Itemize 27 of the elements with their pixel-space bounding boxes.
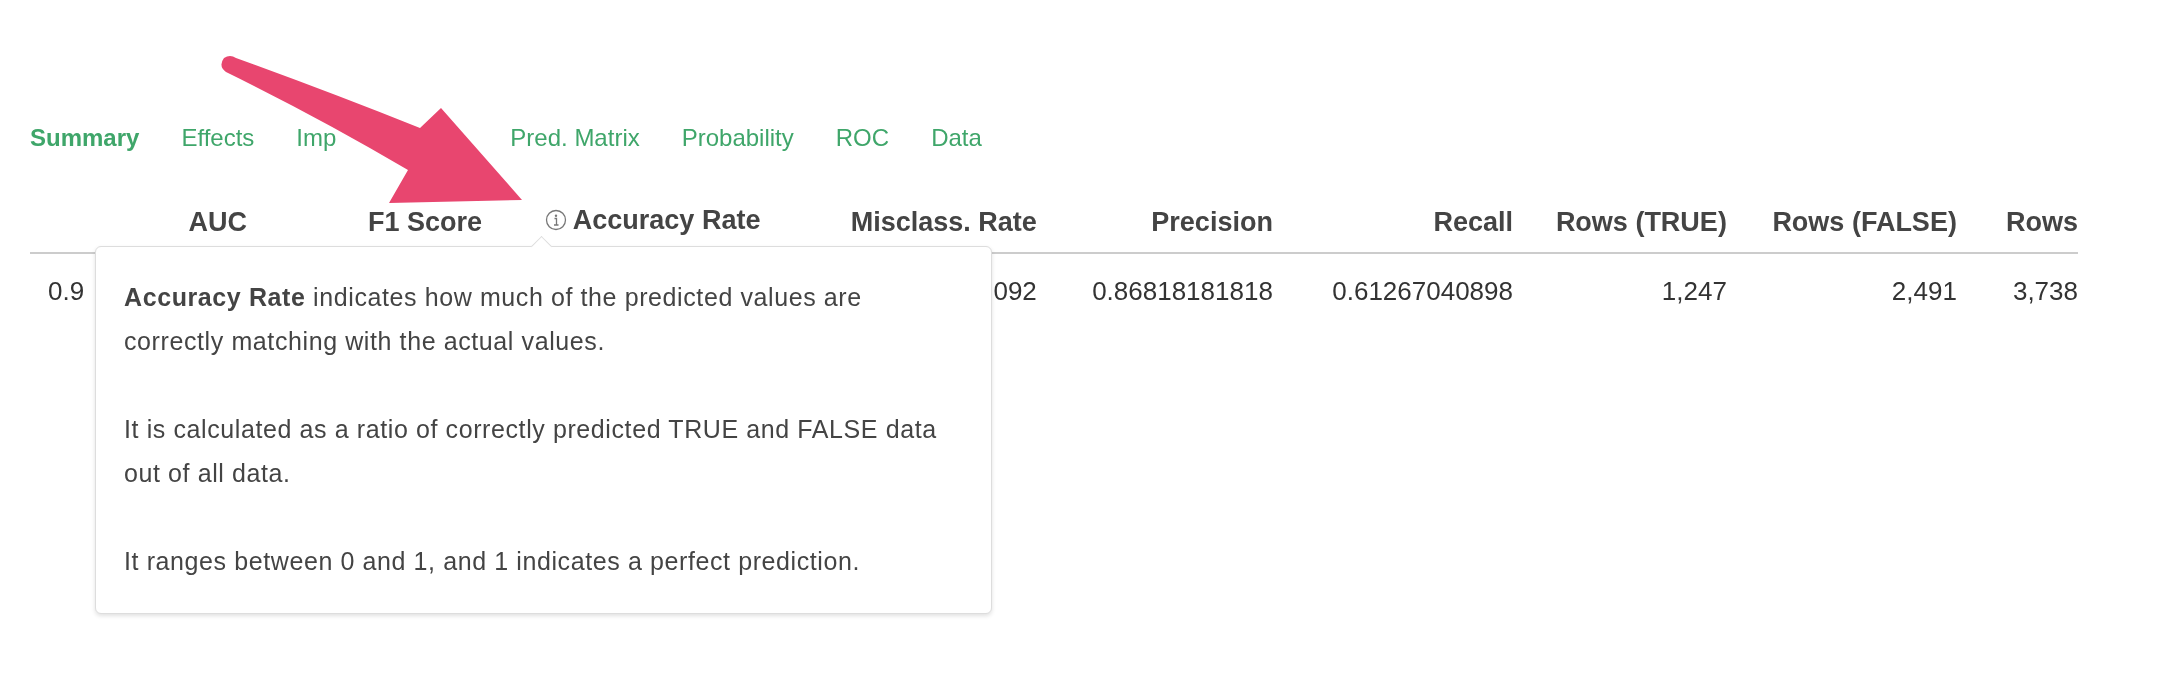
tab[interactable]: Summary xyxy=(30,124,140,152)
tab[interactable]: Probability xyxy=(681,124,794,152)
tab[interactable]: Imp xyxy=(296,124,337,152)
table-cell: 092 xyxy=(993,275,1037,306)
tab[interactable]: ROC xyxy=(835,124,890,152)
column-header: Misclass. Rate xyxy=(850,207,1037,238)
table-cell: 3,738 xyxy=(2012,275,2078,306)
tab[interactable]: Pred. Matrix xyxy=(510,124,640,152)
column-header: Rows xyxy=(2006,207,2078,238)
column-header: Rows (TRUE) xyxy=(1555,207,1727,238)
table-cell: 0.86818181818 xyxy=(1092,275,1273,306)
tooltip-text: It ranges between 0 and 1, and 1 indicates a perfect prediction. xyxy=(124,546,862,577)
table-cell: 2,491 xyxy=(1891,275,1957,306)
column-header: F1 Score xyxy=(367,207,482,238)
tooltip-text: Accuracy Rate indicates how much of the predicted values are correctly matching with the actual values. xyxy=(124,282,863,357)
column-header: AUC xyxy=(188,207,247,238)
column-header: Rows (FALSE) xyxy=(1772,207,1957,238)
column-header: Precision xyxy=(1151,207,1273,238)
info-icon[interactable] xyxy=(544,209,567,231)
tooltip-text: It is calculated as a ratio of correctly predicted TRUE and FALSE data out of all data. xyxy=(124,414,938,489)
column-header: Accuracy Rate xyxy=(572,204,761,236)
tab[interactable]: Effects xyxy=(181,124,255,152)
column-header: Recall xyxy=(1433,207,1513,238)
table-cell: 0.9 xyxy=(48,275,85,306)
table-cell: 0.61267040898 xyxy=(1332,275,1513,306)
tab[interactable]: Data xyxy=(931,124,982,152)
table-cell: 1,247 xyxy=(1661,275,1727,306)
